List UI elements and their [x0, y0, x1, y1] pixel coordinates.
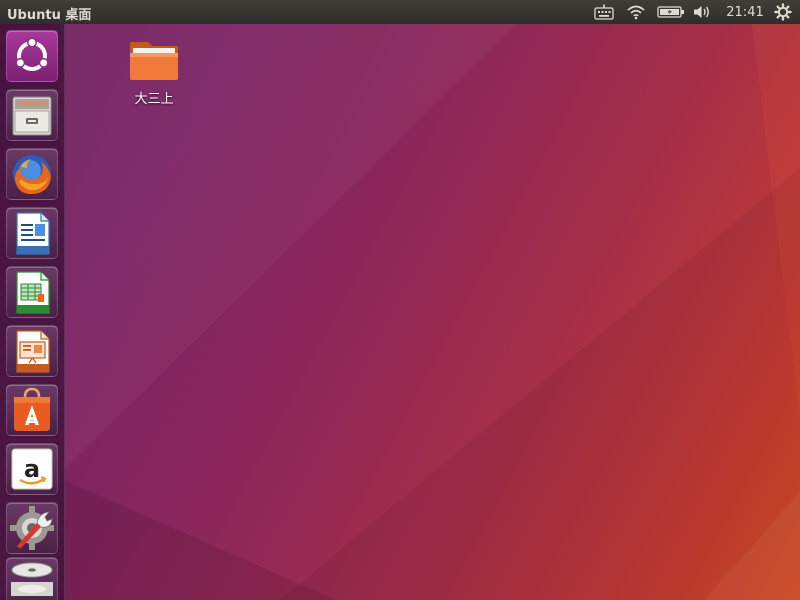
launcher-item-files[interactable]: [6, 89, 58, 141]
writer-icon: [16, 212, 50, 255]
svg-text:a: a: [24, 455, 40, 483]
firefox-icon: [13, 155, 51, 195]
desktop-icon-label: 大三上: [134, 92, 174, 107]
wallpaper-facet: [60, 24, 516, 474]
power-icon: [774, 3, 792, 21]
launcher-item-software[interactable]: [6, 384, 58, 436]
battery-indicator[interactable]: [656, 0, 686, 24]
disc-icon: [11, 562, 53, 596]
keyboard-indicator[interactable]: [592, 0, 616, 24]
desktop[interactable]: Ubuntu 桌面 21:41 a 大三上: [0, 0, 800, 600]
launcher-item-ubuntu-dash[interactable]: [6, 30, 58, 82]
settings-wrench-icon: [10, 506, 54, 550]
impress-icon: [16, 330, 50, 373]
window-title: Ubuntu 桌面: [7, 8, 92, 23]
launcher-item-calc[interactable]: [6, 266, 58, 318]
launcher: a: [0, 24, 65, 600]
launcher-item-disc[interactable]: [6, 557, 58, 600]
folder-icon: [130, 42, 178, 80]
network-indicator[interactable]: [625, 0, 647, 24]
shopping-bag-icon: [14, 387, 50, 431]
clock[interactable]: 21:41: [722, 0, 768, 24]
calc-icon: [16, 271, 50, 314]
launcher-item-writer[interactable]: [6, 207, 58, 259]
volume-icon: [694, 6, 709, 18]
file-cabinet-icon: [12, 96, 52, 136]
desktop-folder-icon[interactable]: 大三上: [118, 36, 190, 108]
wifi-icon: [627, 5, 645, 20]
launcher-item-impress[interactable]: [6, 325, 58, 377]
top-panel: Ubuntu 桌面 21:41: [0, 0, 800, 24]
launcher-item-firefox[interactable]: [6, 148, 58, 200]
launcher-item-amazon[interactable]: a: [6, 443, 58, 495]
amazon-icon: a: [11, 448, 53, 490]
session-indicator[interactable]: [772, 0, 794, 24]
keyboard-icon: [594, 4, 614, 20]
launcher-item-settings[interactable]: [6, 502, 58, 554]
ubuntu-logo-icon: [15, 37, 49, 71]
sound-indicator[interactable]: [691, 0, 713, 24]
battery-icon: [657, 6, 684, 18]
